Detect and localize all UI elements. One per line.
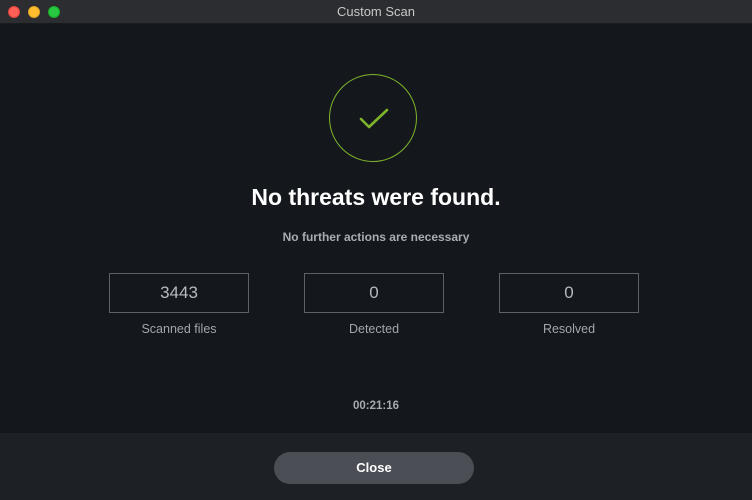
result-headline: No threats were found. xyxy=(251,184,501,210)
detected-count: 0 xyxy=(304,273,444,313)
scanned-files-count: 3443 xyxy=(109,273,249,313)
checkmark-icon xyxy=(359,108,389,129)
elapsed-time: 00:21:16 xyxy=(352,400,400,412)
title-bar: Custom Scan xyxy=(0,0,752,24)
custom-scan-window: Custom Scan No threats were found. No fu… xyxy=(0,0,752,500)
resolved-count: 0 xyxy=(499,273,639,313)
footer-bar: Close xyxy=(0,433,752,500)
scan-result-panel: No threats were found. No further action… xyxy=(0,24,752,433)
close-button[interactable]: Close xyxy=(274,452,474,484)
scanned-files-label: Scanned files xyxy=(141,322,217,336)
detected-label: Detected xyxy=(348,322,400,336)
success-indicator xyxy=(329,74,417,162)
window-title: Custom Scan xyxy=(336,4,416,19)
resolved-label: Resolved xyxy=(542,322,596,336)
result-subline: No further actions are necessary xyxy=(282,230,470,244)
